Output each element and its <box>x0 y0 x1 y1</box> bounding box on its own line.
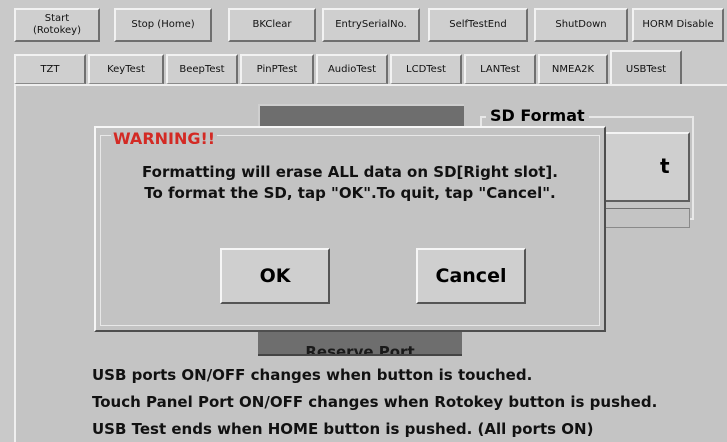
bkclear-button[interactable]: BKClear <box>228 8 316 42</box>
dialog-message-line-1: Formatting will erase ALL data on SD[Rig… <box>142 163 558 181</box>
instruction-line-2: Touch Panel Port ON/OFF changes when Rot… <box>92 393 658 411</box>
tab-beeptest[interactable]: BeepTest <box>166 54 238 84</box>
reserve-port-label: Reserve Port <box>305 343 415 356</box>
top-toolbar: Start (Rotokey) Stop (Home) BKClear Entr… <box>0 0 727 48</box>
tab-pinptest[interactable]: PinPTest <box>240 54 314 84</box>
tab-lantest[interactable]: LANTest <box>464 54 536 84</box>
ok-button[interactable]: OK <box>220 248 330 304</box>
entry-serial-no-button[interactable]: EntrySerialNo. <box>322 8 420 42</box>
tab-tzt[interactable]: TZT <box>14 54 86 84</box>
tab-keytest[interactable]: KeyTest <box>88 54 164 84</box>
shutdown-button[interactable]: ShutDown <box>534 8 628 42</box>
dialog-message: Formatting will erase ALL data on SD[Rig… <box>96 162 604 204</box>
dialog-title: WARNING!! <box>111 129 218 148</box>
self-test-end-button[interactable]: SelfTestEnd <box>428 8 528 42</box>
horm-disable-button[interactable]: HORM Disable <box>632 8 724 42</box>
tab-audiotest[interactable]: AudioTest <box>316 54 388 84</box>
tab-nmea2k[interactable]: NMEA2K <box>538 54 608 84</box>
sd-format-button-label: t <box>660 154 670 178</box>
instruction-line-3: USB Test ends when HOME button is pushed… <box>92 420 594 438</box>
start-rotokey-button[interactable]: Start (Rotokey) <box>14 8 100 42</box>
stop-home-button[interactable]: Stop (Home) <box>114 8 212 42</box>
cancel-button[interactable]: Cancel <box>416 248 526 304</box>
tab-usbtest[interactable]: USBTest <box>610 50 682 86</box>
tab-lcdtest[interactable]: LCDTest <box>390 54 462 84</box>
test-tabs: TZT KeyTest BeepTest PinPTest AudioTest … <box>10 50 727 86</box>
instruction-line-1: USB ports ON/OFF changes when button is … <box>92 366 533 384</box>
sd-format-title: SD Format <box>486 106 589 125</box>
reserve-port-button[interactable]: Reserve Port <box>258 328 462 356</box>
dialog-message-line-2: To format the SD, tap "OK".To quit, tap … <box>144 184 556 202</box>
warning-dialog: WARNING!! Formatting will erase ALL data… <box>94 126 606 332</box>
